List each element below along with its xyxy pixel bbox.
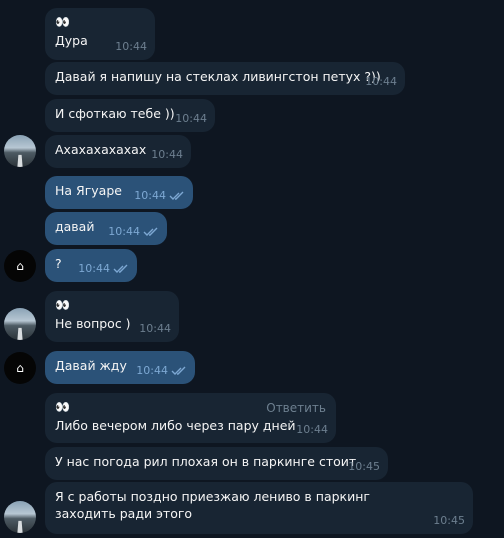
partner-avatar[interactable] bbox=[4, 135, 36, 167]
message-time: 10:44 bbox=[175, 112, 207, 125]
house-logo-icon: ⌂ bbox=[16, 361, 24, 375]
house-logo-icon: ⌂ bbox=[16, 259, 24, 273]
message-bubble[interactable]: На Ягуаре 10:44 bbox=[45, 176, 193, 209]
message-bubble[interactable]: 👀 Не вопрос ) 10:44 bbox=[45, 291, 179, 342]
message-bubble[interactable]: Я с работы поздно приезжаю лениво в парк… bbox=[45, 482, 473, 534]
message-bubble[interactable]: давай 10:44 bbox=[45, 212, 167, 245]
message-time: 10:44 bbox=[151, 148, 183, 161]
message-time: 10:44 bbox=[108, 223, 159, 240]
message-text: У нас погода рил плохая он в паркинге ст… bbox=[55, 454, 357, 469]
eyes-emoji: 👀 bbox=[55, 298, 71, 312]
message-time: 10:44 bbox=[136, 362, 187, 379]
message-text: Либо вечером либо через пару дней bbox=[55, 418, 296, 433]
message-bubble[interactable]: Давай жду 10:44 bbox=[45, 351, 195, 384]
message-time: 10:44 bbox=[365, 75, 397, 88]
chat-history: 👀 Дура 10:44 Давай я напишу на стеклах л… bbox=[0, 0, 504, 538]
message-text: Давай я напишу на стеклах ливингстон пет… bbox=[55, 69, 381, 84]
eyes-emoji: 👀 bbox=[55, 15, 71, 29]
message-bubble[interactable]: И сфоткаю тебе )) 10:44 bbox=[45, 99, 215, 132]
self-avatar[interactable]: ⌂ bbox=[4, 250, 36, 282]
message-bubble[interactable]: У нас погода рил плохая он в паркинге ст… bbox=[45, 447, 388, 480]
message-bubble[interactable]: Давай я напишу на стеклах ливингстон пет… bbox=[45, 62, 405, 95]
message-time: 10:44 bbox=[139, 322, 171, 335]
reply-button[interactable]: Ответить bbox=[266, 400, 326, 417]
double-check-icon bbox=[143, 227, 159, 237]
partner-avatar[interactable] bbox=[4, 308, 36, 340]
message-bubble[interactable]: ? 10:44 bbox=[45, 249, 137, 282]
partner-avatar[interactable] bbox=[4, 501, 36, 533]
message-time: 10:45 bbox=[348, 460, 380, 473]
message-bubble[interactable]: Ахахахахахах 10:44 bbox=[45, 135, 191, 168]
message-time: 10:44 bbox=[296, 423, 328, 436]
message-time: 10:44 bbox=[78, 260, 129, 277]
message-time: 10:45 bbox=[433, 514, 465, 527]
double-check-icon bbox=[169, 191, 185, 201]
message-bubble[interactable]: 👀 Ответить Либо вечером либо через пару … bbox=[45, 393, 336, 443]
double-check-icon bbox=[171, 366, 187, 376]
message-time: 10:44 bbox=[115, 40, 147, 53]
self-avatar[interactable]: ⌂ bbox=[4, 352, 36, 384]
message-text: Я с работы поздно приезжаю лениво в парк… bbox=[55, 489, 370, 521]
message-bubble[interactable]: 👀 Дура 10:44 bbox=[45, 8, 155, 60]
double-check-icon bbox=[113, 264, 129, 274]
message-time: 10:44 bbox=[134, 187, 185, 204]
